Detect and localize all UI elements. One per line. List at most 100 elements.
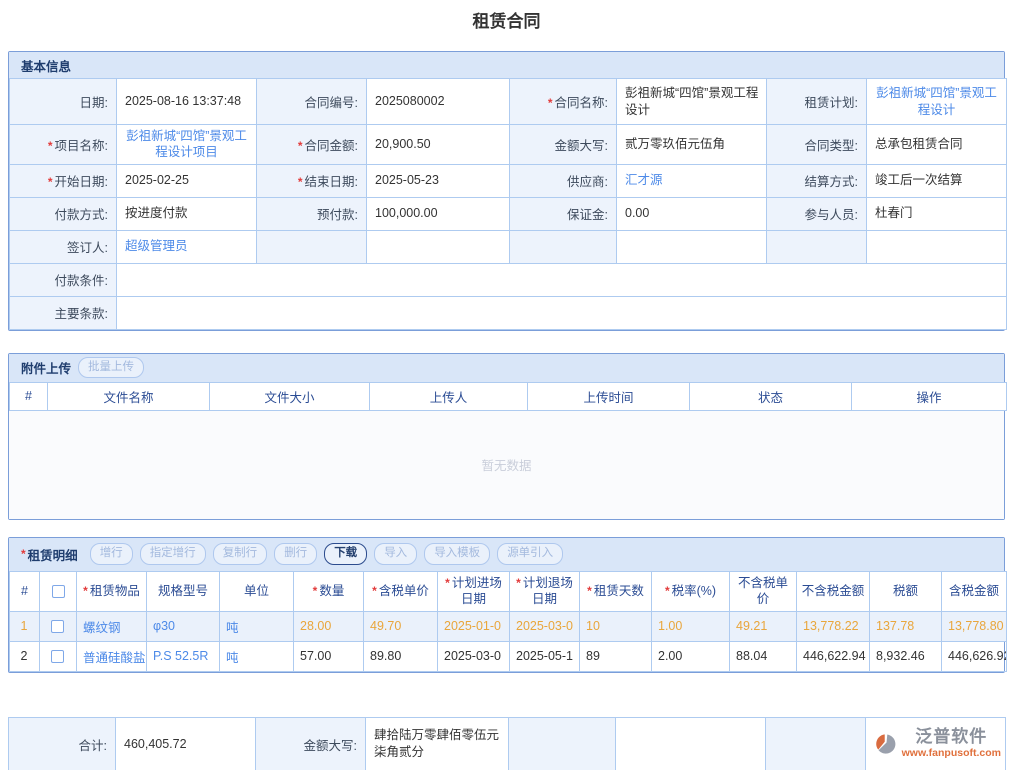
- attachments-column-header: 操作: [852, 382, 1007, 410]
- field-value: 2025-02-25: [117, 164, 257, 197]
- field-label: 签订人:: [10, 230, 117, 263]
- cell-qty: 57.00: [294, 641, 364, 671]
- attachments-header: 附件上传 批量上传: [9, 354, 1004, 382]
- field-value-link[interactable]: 超级管理员: [125, 239, 188, 253]
- attachments-column-header: 上传时间: [528, 382, 690, 410]
- field-label: 主要条款:: [10, 296, 117, 329]
- field-value: 20,900.50: [367, 125, 510, 165]
- field-value: 0.00: [617, 197, 767, 230]
- detail-row: 2普通硅酸盐P.S 52.5R吨57.0089.802025-03-02025-…: [10, 641, 1007, 671]
- total-label: 合计:: [9, 717, 116, 770]
- cell-unit: 吨: [220, 611, 294, 641]
- row-index: 1: [10, 611, 40, 641]
- cell-item[interactable]: 螺纹钢: [77, 611, 147, 641]
- field-value-text: 杜春门: [875, 206, 913, 220]
- detail-column-header: *计划进场日期: [438, 571, 510, 611]
- field-label: [510, 230, 617, 263]
- required-asterisk: *: [548, 96, 553, 110]
- field-value-link[interactable]: 彭祖新城“四馆”景观工程设计项目: [126, 129, 247, 159]
- detail-column-header: *计划退场日期: [510, 571, 580, 611]
- field-value-text: 彭祖新城“四馆”景观工程设计: [625, 86, 758, 116]
- required-asterisk: *: [48, 175, 53, 189]
- field-value: 贰万零玖佰元伍角: [617, 125, 767, 165]
- toolbar-button-源单引入[interactable]: 源单引入: [497, 543, 563, 565]
- toolbar-button-复制行[interactable]: 复制行: [213, 543, 268, 565]
- basic-info-row: 付款条件:: [10, 263, 1007, 296]
- field-label: *结束日期:: [257, 164, 367, 197]
- field-value[interactable]: 彭祖新城“四馆”景观工程设计: [867, 79, 1007, 125]
- cell-qty: 28.00: [294, 611, 364, 641]
- field-label-text: 付款方式:: [55, 208, 108, 222]
- cell-amount-inc-tax: 446,626.92: [942, 641, 1007, 671]
- lease-detail-header: * 租赁明细 增行指定增行复制行删行下载导入导入模板源单引入: [9, 538, 1004, 571]
- detail-column-header: *数量: [294, 571, 364, 611]
- field-value: [867, 230, 1007, 263]
- attachments-table: #文件名称文件大小上传人上传时间状态操作: [9, 382, 1007, 411]
- required-asterisk: *: [516, 576, 521, 590]
- field-label-text: 结束日期:: [305, 175, 358, 189]
- required-asterisk: *: [445, 576, 450, 590]
- summary-empty-label-2: [766, 717, 866, 770]
- field-value: 2025080002: [367, 79, 510, 125]
- field-value-link[interactable]: 汇才源: [625, 173, 663, 187]
- empty-text: 暂无数据: [481, 455, 531, 474]
- field-value[interactable]: 超级管理员: [117, 230, 257, 263]
- field-value-text: 2025-08-16 13:37:48: [125, 94, 241, 108]
- field-value: [367, 230, 510, 263]
- detail-column-header: 单位: [220, 571, 294, 611]
- field-label-text: 供应商:: [567, 175, 608, 189]
- cell-days: 10: [580, 611, 652, 641]
- field-label: 日期:: [10, 79, 117, 125]
- field-label: 供应商:: [510, 164, 617, 197]
- field-label: 合同类型:: [767, 125, 867, 165]
- field-value-text: 贰万零玖佰元伍角: [625, 137, 725, 151]
- field-value-text: 按进度付款: [125, 206, 188, 220]
- row-checkbox[interactable]: [51, 620, 64, 633]
- field-value: 2025-08-16 13:37:48: [117, 79, 257, 125]
- attachments-column-header: #: [10, 382, 48, 410]
- vendor-url: www.fanpusoft.com: [902, 747, 1001, 760]
- field-label-text: 租赁计划:: [805, 96, 858, 110]
- toolbar-button-删行[interactable]: 删行: [274, 543, 317, 565]
- cell-item[interactable]: 普通硅酸盐: [77, 641, 147, 671]
- summary-empty-label-1: [509, 717, 616, 770]
- field-value: [117, 263, 1007, 296]
- detail-column-header: 不含税单价: [730, 571, 797, 611]
- field-label: 保证金:: [510, 197, 617, 230]
- lease-detail-section: * 租赁明细 增行指定增行复制行删行下载导入导入模板源单引入 #*租赁物品规格型…: [8, 537, 1005, 673]
- cell-plan-in: 2025-03-0: [438, 641, 510, 671]
- basic-info-row: 付款方式:按进度付款预付款:100,000.00保证金:0.00参与人员:杜春门: [10, 197, 1007, 230]
- vendor-brand: 泛普软件: [902, 728, 1001, 747]
- detail-column-header: 不含税金额: [797, 571, 870, 611]
- batch-upload-button[interactable]: 批量上传: [78, 357, 144, 379]
- row-checkbox[interactable]: [51, 650, 64, 663]
- select-all-checkbox[interactable]: [52, 585, 65, 598]
- cell-tax-rate: 2.00: [652, 641, 730, 671]
- field-label-text: 合同金额:: [305, 139, 358, 153]
- field-label-text: 日期:: [80, 96, 108, 110]
- toolbar-button-增行[interactable]: 增行: [90, 543, 133, 565]
- field-value[interactable]: 彭祖新城“四馆”景观工程设计项目: [117, 125, 257, 165]
- detail-column-header: 含税金额: [942, 571, 1007, 611]
- row-index: 2: [10, 641, 40, 671]
- toolbar-button-指定增行[interactable]: 指定增行: [140, 543, 206, 565]
- field-value: 按进度付款: [117, 197, 257, 230]
- cell-spec: P.S 52.5R: [147, 641, 220, 671]
- cell-tax: 8,932.46: [870, 641, 942, 671]
- field-label: 租赁计划:: [767, 79, 867, 125]
- field-label: [767, 230, 867, 263]
- field-value: 竣工后一次结算: [867, 164, 1007, 197]
- cell-unit: 吨: [220, 641, 294, 671]
- field-value-text: 总承包租赁合同: [875, 137, 963, 151]
- fanpu-logo-icon: [874, 730, 898, 758]
- toolbar-button-导入模板[interactable]: 导入模板: [424, 543, 490, 565]
- toolbar-button-导入[interactable]: 导入: [374, 543, 417, 565]
- cell-plan-out: 2025-03-0: [510, 611, 580, 641]
- cell-price-ex-tax: 88.04: [730, 641, 797, 671]
- cell-plan-in: 2025-01-0: [438, 611, 510, 641]
- toolbar-button-下载[interactable]: 下载: [324, 543, 367, 565]
- vendor-logo: 泛普软件 www.fanpusoft.com: [874, 728, 1001, 759]
- field-value[interactable]: 汇才源: [617, 164, 767, 197]
- cell-plan-out: 2025-05-1: [510, 641, 580, 671]
- field-value-link[interactable]: 彭祖新城“四馆”景观工程设计: [876, 86, 997, 116]
